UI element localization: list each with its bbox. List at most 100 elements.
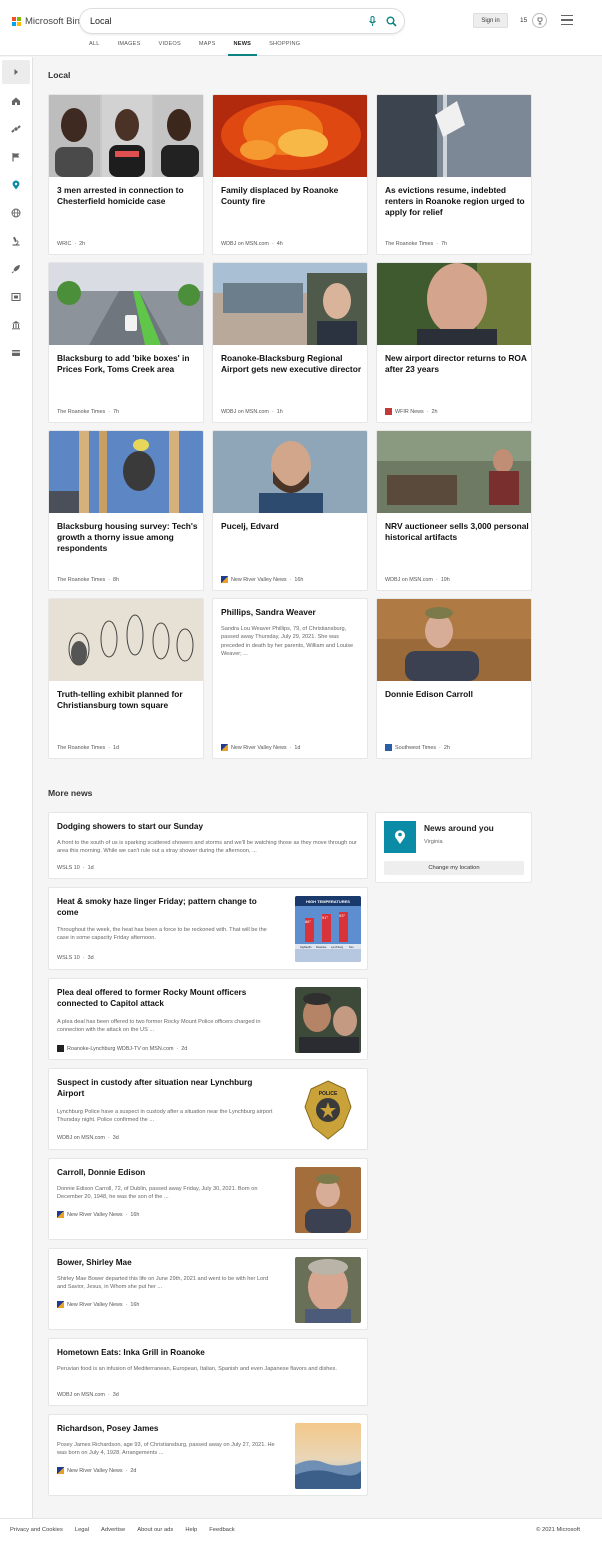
item-title[interactable]: Plea deal offered to former Rocky Mount … bbox=[57, 988, 279, 1010]
copyright: © 2021 Microsoft bbox=[536, 1527, 580, 1533]
card-title[interactable]: Roanoke-Blacksburg Regional Airport gets… bbox=[221, 353, 365, 375]
card-title[interactable]: As evictions resume, indebted renters in… bbox=[385, 185, 529, 219]
card-title[interactable]: Donnie Edison Carroll bbox=[385, 689, 529, 700]
search-icon[interactable] bbox=[385, 15, 397, 27]
item-title[interactable]: Dodging showers to start our Sunday bbox=[57, 822, 359, 833]
sidebar-item-money[interactable] bbox=[8, 345, 24, 361]
rewards-count[interactable]: 15 bbox=[520, 17, 527, 24]
news-card[interactable]: Blacksburg housing survey: Tech's growth… bbox=[48, 430, 204, 591]
thumb-temp: 91° bbox=[322, 915, 328, 920]
rewards-trophy-icon[interactable] bbox=[532, 13, 547, 28]
sidebar-item-politics[interactable] bbox=[8, 317, 24, 333]
tab-news[interactable]: NEWS bbox=[225, 41, 261, 56]
footer-link-about-ads[interactable]: About our ads bbox=[137, 1527, 173, 1533]
card-source: WDBJ on MSN.com · 4h bbox=[221, 241, 283, 247]
tab-shopping[interactable]: SHOPPING bbox=[260, 41, 309, 56]
item-snippet: A plea deal has been offered to two form… bbox=[57, 1019, 261, 1034]
card-title[interactable]: NRV auctioneer sells 3,000 personal hist… bbox=[385, 521, 529, 543]
list-item[interactable]: Bower, Shirley Mae Shirley Mae Bower dep… bbox=[48, 1248, 368, 1330]
tab-videos[interactable]: VIDEOS bbox=[150, 41, 190, 56]
item-title[interactable]: Hometown Eats: Inka Grill in Roanoke bbox=[57, 1348, 359, 1359]
thumb-temp: 86° bbox=[305, 919, 311, 924]
footer-link-advertise[interactable]: Advertise bbox=[101, 1527, 125, 1533]
card-source: New River Valley News · 1d bbox=[221, 744, 300, 751]
item-source: WSLS 10 · 3d bbox=[57, 955, 94, 961]
news-card[interactable]: 3 men arrested in connection to Chesterf… bbox=[48, 94, 204, 255]
card-title[interactable]: Truth-telling exhibit planned for Christ… bbox=[57, 689, 201, 711]
news-card[interactable]: Roanoke-Blacksburg Regional Airport gets… bbox=[212, 262, 368, 423]
news-card[interactable]: As evictions resume, indebted renters in… bbox=[376, 94, 532, 255]
tab-all[interactable]: ALL bbox=[80, 41, 109, 56]
man-in-cap-thumbnail bbox=[377, 599, 531, 681]
news-card[interactable]: Truth-telling exhibit planned for Christ… bbox=[48, 598, 204, 759]
list-item[interactable]: Richardson, Posey James Posey James Rich… bbox=[48, 1414, 368, 1496]
item-title[interactable]: Richardson, Posey James bbox=[57, 1424, 279, 1435]
news-around-title: News around you bbox=[424, 823, 494, 833]
item-title[interactable]: Carroll, Donnie Edison bbox=[57, 1168, 279, 1179]
news-card[interactable]: Donnie Edison Carroll Southwest Times · 2h bbox=[376, 598, 532, 759]
list-item[interactable]: Suspect in custody after situation near … bbox=[48, 1068, 368, 1150]
footer-link-feedback[interactable]: Feedback bbox=[209, 1527, 234, 1533]
sidebar-expand-button[interactable] bbox=[2, 60, 30, 84]
weather-thumbnail: HIGH TEMPERATURES 86° 91° 93° Highlands … bbox=[295, 896, 361, 962]
news-card[interactable]: Phillips, Sandra Weaver Sandra Lou Weave… bbox=[212, 598, 368, 759]
card-title[interactable]: Family displaced by Roanoke County fire bbox=[221, 185, 365, 207]
hamburger-menu-icon[interactable] bbox=[561, 15, 573, 25]
news-card[interactable]: Pucelj, Edvard New River Valley News · 16h bbox=[212, 430, 368, 591]
news-card[interactable]: NRV auctioneer sells 3,000 personal hist… bbox=[376, 430, 532, 591]
director-portrait-thumbnail bbox=[377, 263, 531, 345]
news-card[interactable]: Family displaced by Roanoke County fire … bbox=[212, 94, 368, 255]
sidebar-item-home[interactable] bbox=[8, 93, 24, 109]
bing-logo[interactable]: Microsoft Bing bbox=[12, 16, 85, 27]
item-title[interactable]: Suspect in custody after situation near … bbox=[57, 1078, 279, 1100]
card-title[interactable]: New airport director returns to ROA afte… bbox=[385, 353, 529, 375]
list-item[interactable]: Hometown Eats: Inka Grill in Roanoke Per… bbox=[48, 1338, 368, 1406]
tab-maps[interactable]: MAPS bbox=[190, 41, 225, 56]
category-sidebar bbox=[0, 57, 33, 1518]
sidebar-item-scitech[interactable] bbox=[8, 121, 24, 137]
item-title[interactable]: Bower, Shirley Mae bbox=[57, 1258, 279, 1269]
sign-in-button[interactable]: Sign in bbox=[473, 13, 508, 28]
card-title[interactable]: 3 men arrested in connection to Chesterf… bbox=[57, 185, 201, 207]
item-source: New River Valley News · 2d bbox=[57, 1467, 136, 1474]
eviction-notice-thumbnail bbox=[377, 95, 531, 177]
wfir-logo-icon bbox=[385, 408, 392, 415]
news-card[interactable]: New airport director returns to ROA afte… bbox=[376, 262, 532, 423]
sidebar-item-local[interactable] bbox=[8, 177, 24, 193]
change-location-button[interactable]: Change my location bbox=[384, 861, 524, 875]
card-title[interactable]: Blacksburg housing survey: Tech's growth… bbox=[57, 521, 201, 555]
thumb-place: Highlands bbox=[300, 945, 312, 949]
search-input[interactable] bbox=[90, 13, 350, 29]
sidebar-item-entertainment[interactable] bbox=[8, 289, 24, 305]
microphone-icon[interactable] bbox=[366, 15, 378, 27]
footer-link-legal[interactable]: Legal bbox=[75, 1527, 89, 1533]
footer-link-privacy[interactable]: Privacy and Cookies bbox=[10, 1527, 63, 1533]
thumb-place: Lynchburg bbox=[331, 945, 344, 949]
police-badge-thumbnail: POLICE bbox=[295, 1077, 361, 1143]
brand-name: Microsoft Bing bbox=[25, 16, 86, 27]
footer-link-help[interactable]: Help bbox=[185, 1527, 197, 1533]
home-icon bbox=[12, 97, 20, 105]
sidebar-item-science[interactable] bbox=[8, 233, 24, 249]
card-title[interactable]: Pucelj, Edvard bbox=[221, 521, 365, 532]
nrv-news-logo-icon bbox=[57, 1211, 64, 1218]
item-title[interactable]: Heat & smoky haze linger Friday; pattern… bbox=[57, 897, 279, 919]
item-snippet: Shirley Mae Bower departed this life on … bbox=[57, 1276, 269, 1291]
card-source: The Roanoke Times · 8h bbox=[57, 577, 120, 583]
item-snippet: Peruvian food is an infusion of Mediterr… bbox=[57, 1366, 337, 1372]
sidebar-item-technology[interactable] bbox=[8, 261, 24, 277]
news-card[interactable]: Blacksburg to add 'bike boxes' in Prices… bbox=[48, 262, 204, 423]
search-box bbox=[80, 9, 404, 33]
sidebar-item-us[interactable] bbox=[8, 149, 24, 165]
nrv-news-logo-icon bbox=[221, 576, 228, 583]
list-item[interactable]: Dodging showers to start our Sunday A fr… bbox=[48, 812, 368, 879]
list-item[interactable]: Heat & smoky haze linger Friday; pattern… bbox=[48, 887, 368, 970]
tab-images[interactable]: IMAGES bbox=[109, 41, 150, 56]
flag-icon bbox=[12, 153, 20, 162]
list-item[interactable]: Carroll, Donnie Edison Donnie Edison Car… bbox=[48, 1158, 368, 1240]
card-title[interactable]: Blacksburg to add 'bike boxes' in Prices… bbox=[57, 353, 201, 375]
list-item[interactable]: Plea deal offered to former Rocky Mount … bbox=[48, 978, 368, 1060]
card-title[interactable]: Phillips, Sandra Weaver bbox=[221, 607, 365, 618]
news-around-you-panel: News around you Virginia Change my locat… bbox=[375, 812, 532, 883]
sidebar-item-world[interactable] bbox=[8, 205, 24, 221]
